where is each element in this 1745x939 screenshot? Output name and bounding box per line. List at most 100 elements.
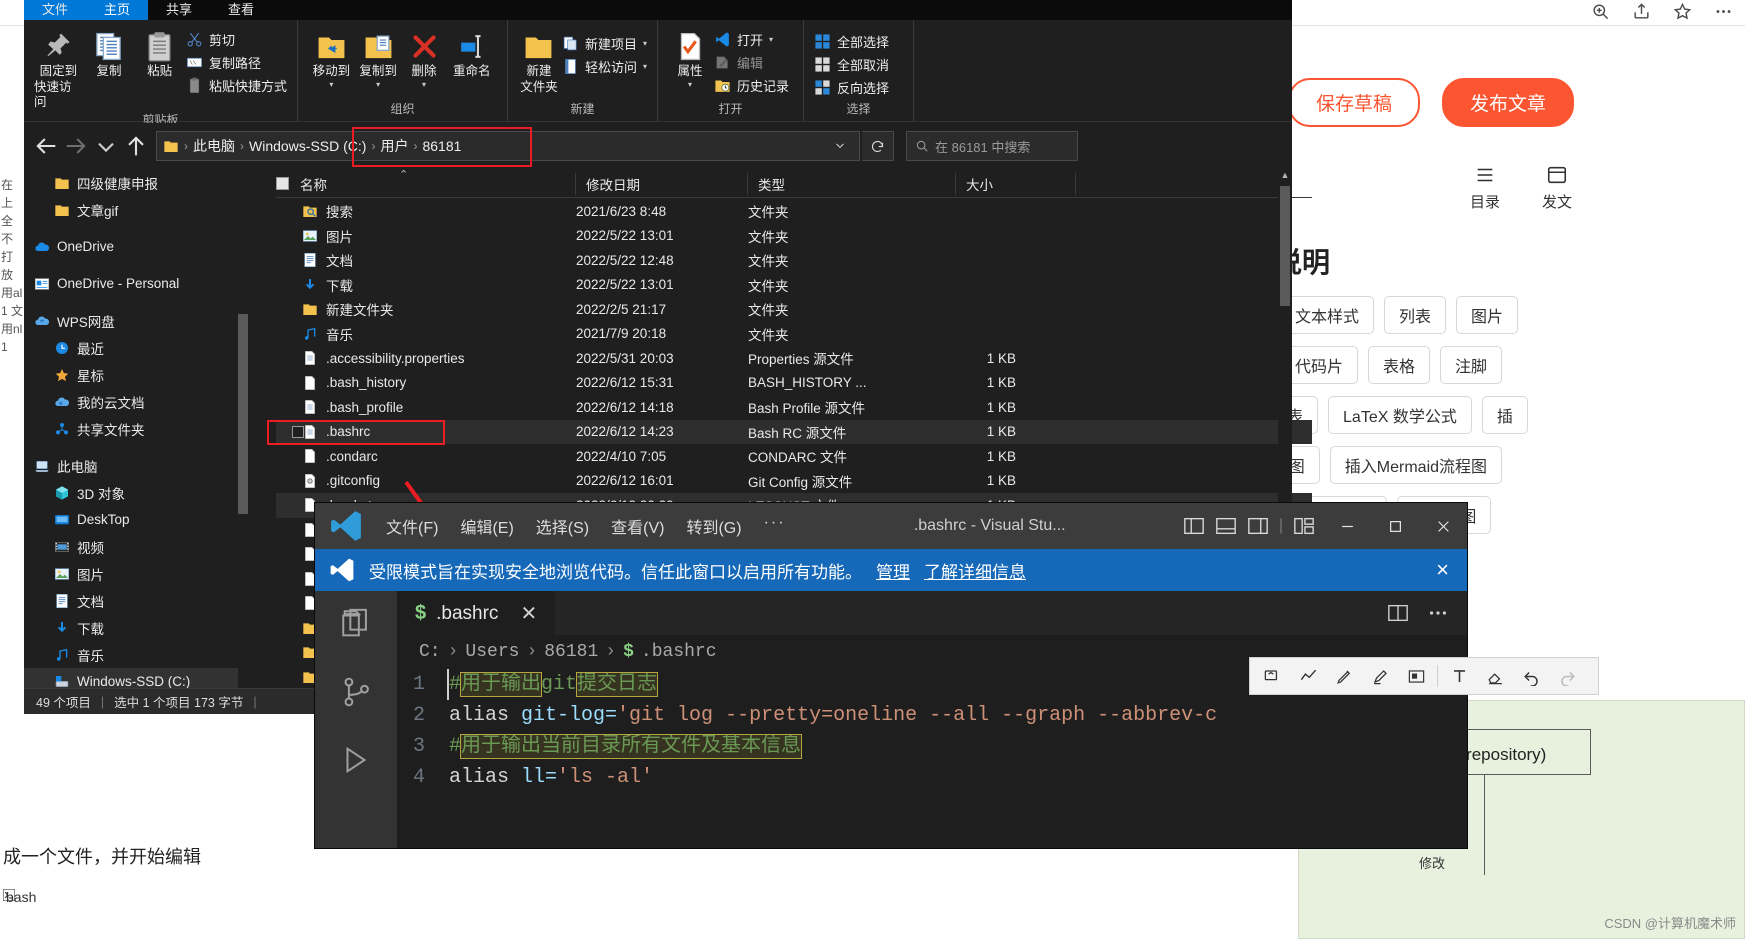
table-row[interactable]: 下载 2022/5/22 13:01 文件夹 [276,273,1312,298]
breadcrumb-bar[interactable]: › 此电脑 › Windows-SSD (C:) › 用户 › 86181 [156,131,860,161]
column-size[interactable]: 大小 [956,173,1076,195]
file-list-scrollbar-thumb[interactable] [1280,186,1290,306]
move-to-button[interactable]: 移动到 ▾ [308,26,355,90]
scroll-up-icon[interactable]: ▲ [1278,170,1292,184]
chip-latex[interactable]: LaTeX 数学公式 [1328,396,1472,434]
open-button[interactable]: 打开 ▾ [714,30,789,49]
more-actions-icon[interactable] [1427,602,1449,624]
table-row[interactable]: .gitconfig 2022/6/12 16:01 Git Config 源文… [276,469,1312,494]
chip-list[interactable]: 列表 [1384,296,1446,334]
easy-access-button[interactable]: 轻松访问 ▾ [562,57,647,76]
crop-tool-button[interactable] [1254,659,1290,693]
table-row[interactable]: .bash_history 2022/6/12 15:31 BASH_HISTO… [276,371,1312,396]
cut-button[interactable]: 剪切 [186,30,287,49]
breadcrumb-drive[interactable]: C: [419,642,441,662]
minimize-button[interactable] [1323,503,1371,549]
panel-bottom-icon[interactable] [1215,515,1237,537]
nav-item-starred[interactable]: 星标 [24,361,248,388]
delete-button[interactable]: 删除 ▾ [402,26,447,90]
menu-go[interactable]: 转到(G) [675,510,752,542]
chip-mermaid[interactable]: 插入Mermaid流程图 [1330,446,1502,484]
nav-item-my-cloud-docs[interactable]: 我的云文档 [24,388,248,415]
select-none-button[interactable]: 全部取消 [814,55,889,74]
history-button[interactable]: 历史记录 [714,76,789,95]
breadcrumb-file[interactable]: .bashrc [641,642,717,662]
editor-tab-bashrc[interactable]: $ .bashrc ✕ [397,591,555,635]
source-control-icon[interactable] [339,675,373,709]
menu-view[interactable]: 查看(V) [600,510,675,542]
close-button[interactable] [1419,503,1467,549]
tab-toc[interactable]: 目录 [1470,164,1500,212]
star-icon[interactable] [1673,2,1692,26]
text-tool-button[interactable] [1441,659,1477,693]
banner-close-button[interactable]: × [1436,557,1453,583]
table-row[interactable]: 搜索 2021/6/23 8:48 文件夹 [276,199,1312,224]
mosaic-tool-button[interactable] [1398,659,1434,693]
new-item-button[interactable]: 新建项目 ▾ [562,34,647,53]
invert-selection-button[interactable]: 反向选择 [814,78,889,97]
nav-scrollbar[interactable] [238,169,248,688]
breadcrumb-86181[interactable]: 86181 [422,138,461,154]
nav-item-pictures[interactable]: 图片 [24,560,248,587]
nav-item-shared-folder[interactable]: 共享文件夹 [24,415,248,442]
shape-tool-button[interactable] [1290,659,1326,693]
nav-item-desktop[interactable]: DeskTop [24,506,248,533]
copy-button[interactable]: 复制 [85,26,134,80]
highlighter-tool-button[interactable] [1362,659,1398,693]
table-row[interactable]: 图片 2022/5/22 13:01 文件夹 [276,224,1312,249]
panel-left-icon[interactable] [1183,515,1205,537]
up-button[interactable] [122,132,150,160]
breadcrumb-windows-ssd[interactable]: Windows-SSD (C:) [249,138,366,154]
breadcrumb-this-pc[interactable]: 此电脑 [193,136,235,156]
chip-table[interactable]: 表格 [1368,346,1430,384]
close-icon[interactable]: ✕ [520,601,537,626]
paste-button[interactable]: 粘贴 [135,26,184,80]
table-row[interactable]: 音乐 2021/7/9 20:18 文件夹 [276,322,1312,347]
nav-item-music[interactable]: 音乐 [24,641,248,668]
run-debug-icon[interactable] [339,743,373,777]
new-folder-button[interactable]: 新建 文件夹 [518,26,560,95]
split-editor-icon[interactable] [1387,602,1409,624]
properties-button[interactable]: 属性 ▾ [668,26,712,90]
nav-item-recent[interactable]: 最近 [24,334,248,361]
zoom-icon[interactable] [1591,2,1610,26]
nav-item-this-pc[interactable]: 此电脑 [24,452,248,479]
maximize-button[interactable] [1371,503,1419,549]
nav-item-windows-ssd[interactable]: Windows-SSD (C:) [24,668,248,688]
nav-scrollbar-thumb[interactable] [238,314,248,514]
table-row-bashrc[interactable]: .bashrc 2022/6/12 14:23 Bash RC 源文件 1 KB [276,420,1312,445]
publish-article-button[interactable]: 发布文章 [1442,78,1574,127]
nav-item-onedrive[interactable]: OneDrive [24,233,248,260]
table-row[interactable]: .bash_profile 2022/6/12 14:18 Bash Profi… [276,395,1312,420]
table-row[interactable]: .condarc 2022/4/10 7:05 CONDARC 文件 1 KB [276,444,1312,469]
ribbon-tab-home[interactable]: 主页 [86,0,148,20]
explorer-icon[interactable] [339,607,373,641]
pen-tool-button[interactable] [1326,659,1362,693]
select-all-button[interactable]: 全部选择 [814,32,889,51]
nav-item-documents[interactable]: 文档 [24,587,248,614]
chip-insert[interactable]: 插 [1482,396,1528,434]
banner-learn-more-link[interactable]: 了解详细信息 [924,558,1026,583]
nav-item-downloads[interactable]: 下载 [24,614,248,641]
menu-edit[interactable]: 编辑(E) [449,510,524,542]
nav-item-health-report[interactable]: 四级健康申报 [24,169,248,196]
ribbon-tab-view[interactable]: 查看 [210,0,272,20]
search-box[interactable]: 在 86181 中搜索 [906,131,1078,161]
pin-to-quick-access-button[interactable]: 固定到 快速访问 [34,26,83,111]
banner-manage-link[interactable]: 管理 [876,558,910,583]
copy-path-button[interactable]: \\ 复制路径 [186,53,287,72]
chip-footnote[interactable]: 注脚 [1440,346,1502,384]
breadcrumb-users[interactable]: Users [465,642,519,662]
panel-right-icon[interactable] [1247,515,1269,537]
refresh-button[interactable] [862,131,894,161]
nav-item-wps-cloud[interactable]: WPS网盘 [24,307,248,334]
back-button[interactable] [32,132,60,160]
ribbon-tab-share[interactable]: 共享 [148,0,210,20]
redo-button[interactable] [1549,659,1585,693]
ribbon-tab-file[interactable]: 文件 [24,0,86,20]
nav-item-onedrive-personal[interactable]: OneDrive - Personal [24,270,248,297]
table-row[interactable]: 新建文件夹 2022/2/5 21:17 文件夹 [276,297,1312,322]
edit-button[interactable]: 编辑 [714,53,789,72]
tab-publish[interactable]: 发文 [1542,164,1572,212]
table-row[interactable]: 文档 2022/5/22 12:48 文件夹 [276,248,1312,273]
